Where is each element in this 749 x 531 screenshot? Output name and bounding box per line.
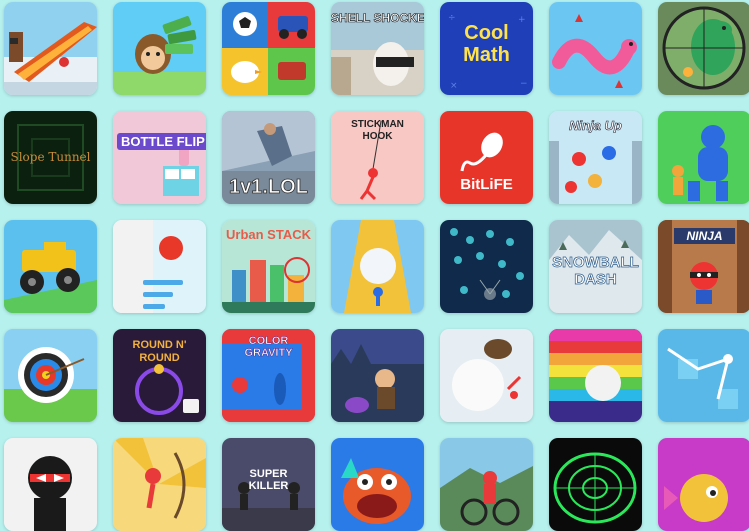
game-title: ROUND N' ROUND [132, 339, 187, 364]
game-thumbnail [113, 2, 206, 95]
game-thumbnail [4, 438, 97, 531]
game-title: BitLiFE [460, 176, 513, 193]
game-title: SHELL SHOCKERS [331, 11, 424, 25]
game-thumbnail [440, 438, 533, 531]
game-tile-color-gravity[interactable]: COLOR GRAVITY [222, 329, 315, 422]
game-title: Urban STACK [226, 227, 311, 242]
game-thumbnail [658, 111, 749, 204]
game-tile-ninja-climb[interactable]: NINJA [658, 220, 749, 313]
game-thumbnail [440, 220, 533, 313]
game-tile-brick-breaker[interactable] [549, 329, 642, 422]
game-title: STICKMAN HOOK [351, 119, 404, 142]
game-title: Slope Tunnel [10, 150, 91, 164]
game-tile-bottle-flip[interactable]: BOTTLE FLIP [113, 111, 206, 204]
game-thumbnail [331, 329, 424, 422]
game-tile-round-n-round[interactable]: ROUND N' ROUND [113, 329, 206, 422]
game-tile-monster-truck[interactable] [4, 220, 97, 313]
game-thumbnail [331, 220, 424, 313]
game-tile-bitlife[interactable]: BitLiFE [440, 111, 533, 204]
game-tile-monkey-mart[interactable] [113, 2, 206, 95]
game-thumbnail [331, 438, 424, 531]
game-title: BOTTLE FLIP [117, 133, 206, 150]
game-title: NINJA [674, 228, 735, 244]
game-tile-coolmath[interactable]: ÷ + × − Cool Math [440, 2, 533, 95]
game-tile-pink-fish[interactable] [658, 438, 749, 531]
game-thumbnail [440, 329, 533, 422]
svg-text:−: − [520, 79, 528, 89]
game-tile-snowball-roll[interactable] [440, 329, 533, 422]
game-tile-slope-tunnel[interactable]: Slope Tunnel [4, 111, 97, 204]
game-thumbnail [113, 111, 206, 204]
game-tile-neon-tunnel[interactable] [549, 438, 642, 531]
game-thumbnail [549, 2, 642, 95]
game-tile-bacteria[interactable] [440, 220, 533, 313]
game-tile-stickman-archer[interactable] [113, 438, 206, 531]
game-thumbnail [549, 438, 642, 531]
game-title: 1v1.LOL [229, 176, 309, 198]
game-thumbnail [658, 438, 749, 531]
game-tile-stickman-smash[interactable] [658, 111, 749, 204]
game-tile-shell-shockers[interactable]: SHELL SHOCKERS [331, 2, 424, 95]
game-tile-dino-sniper[interactable] [658, 2, 749, 95]
game-tile-stack-ball[interactable] [113, 220, 206, 313]
game-tile-snowball-run[interactable] [331, 220, 424, 313]
game-tile-fish-eat[interactable] [331, 438, 424, 531]
game-thumbnail [658, 329, 749, 422]
game-thumbnail [4, 220, 97, 313]
game-tile-laser-puzzle[interactable] [658, 329, 749, 422]
game-thumbnail [113, 438, 206, 531]
game-thumbnail [4, 329, 97, 422]
game-tile-two-player-games[interactable] [222, 2, 315, 95]
game-tile-ninja-up[interactable]: Ninja Up [549, 111, 642, 204]
game-tile-snowball-dash[interactable]: SNOWBALL DASH [549, 220, 642, 313]
game-tile-snake-worm[interactable] [549, 2, 642, 95]
game-thumbnail [222, 2, 315, 95]
game-thumbnail [658, 2, 749, 95]
game-thumbnail [4, 2, 97, 95]
game-thumbnail [549, 329, 642, 422]
game-title: COLOR GRAVITY [244, 335, 293, 360]
game-grid: SHELL SHOCKERS ÷ + × − Cool Math [4, 2, 749, 531]
game-tile-bmx-rider[interactable] [440, 438, 533, 531]
game-title: SUPER KILLER [248, 468, 289, 492]
game-tile-sled-ramp[interactable] [4, 2, 97, 95]
game-tile-ghost-run[interactable] [331, 329, 424, 422]
game-tile-1v1-lol[interactable]: 1v1.LOL [222, 111, 315, 204]
svg-text:×: × [450, 81, 458, 91]
game-title: Ninja Up [569, 118, 622, 133]
game-title: Cool Math [463, 22, 510, 66]
game-tile-ninja-stickman[interactable] [4, 438, 97, 531]
game-tile-super-killer[interactable]: SUPER KILLER [222, 438, 315, 531]
game-tile-stickman-hook[interactable]: STICKMAN HOOK [331, 111, 424, 204]
game-tile-urban-stack[interactable]: Urban STACK [222, 220, 315, 313]
game-title: SNOWBALL DASH [552, 254, 639, 289]
game-thumbnail [113, 220, 206, 313]
game-tile-archery[interactable] [4, 329, 97, 422]
